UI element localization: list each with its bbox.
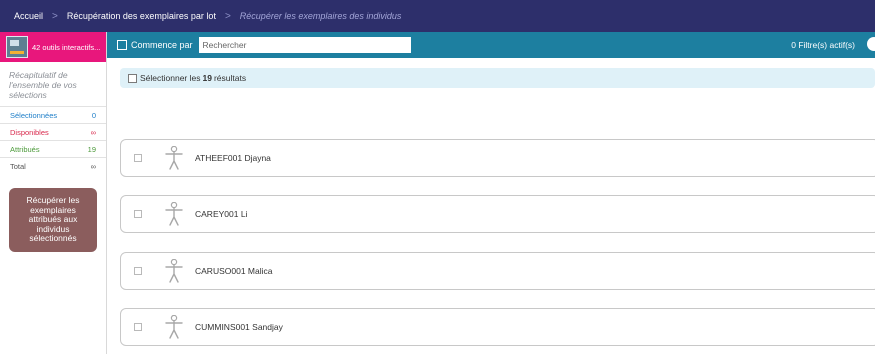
stat-value: 0 <box>91 110 96 120</box>
stat-assigned: Attribués 19 <box>0 141 106 158</box>
item-checkbox[interactable] <box>134 323 142 331</box>
breadcrumb-current: Récupérer les exemplaires des individus <box>239 11 402 21</box>
tools-banner[interactable]: 42 outils interactifs... <box>0 32 106 62</box>
person-icon <box>165 315 183 339</box>
item-name: ATHEEF001 Djayna <box>195 153 271 163</box>
recover-copies-button[interactable]: Récupérer les exemplaires attribués aux … <box>9 188 97 252</box>
breadcrumb-separator: > <box>224 10 231 22</box>
starts-with-label: Commence par <box>131 40 193 50</box>
stat-selected: Sélectionnées 0 <box>0 107 106 124</box>
recover-button-label: Récupérer les exemplaires attribués aux … <box>26 195 80 243</box>
person-icon <box>165 146 183 170</box>
search-input[interactable] <box>198 37 411 53</box>
stat-label: Total <box>10 162 26 171</box>
starts-with-checkbox[interactable] <box>117 40 127 50</box>
list-item[interactable]: ATHEEF001 Djayna <box>120 139 875 177</box>
stat-available: Disponibles ∞ <box>0 124 106 141</box>
person-icon <box>165 202 183 226</box>
breadcrumb-section[interactable]: Récupération des exemplaires par lot <box>67 11 216 21</box>
selection-summary: Récapitulatif de l'ensemble de vos sélec… <box>0 62 106 107</box>
list-item[interactable]: CAREY001 Li <box>120 195 875 233</box>
stat-label: Sélectionnées <box>10 110 58 120</box>
stat-value: 19 <box>87 144 96 154</box>
filter-bar: Commence par 0 Filtre(s) actif(s) <box>107 32 875 58</box>
tools-thumbnail-icon <box>6 36 28 58</box>
breadcrumb-home[interactable]: Accueil <box>14 11 43 21</box>
select-all-checkbox[interactable] <box>128 73 137 83</box>
filter-toggle-icon[interactable] <box>867 37 875 51</box>
item-checkbox[interactable] <box>134 154 142 162</box>
item-checkbox[interactable] <box>134 267 142 275</box>
breadcrumb-separator: > <box>52 10 58 22</box>
breadcrumb: Accueil > Récupération des exemplaires p… <box>0 0 875 32</box>
list-item[interactable]: CUMMINS001 Sandjay <box>120 308 875 346</box>
result-count: 19 <box>202 73 212 83</box>
select-all-suffix: résultats <box>213 73 247 83</box>
stat-value: ∞ <box>90 162 96 171</box>
item-checkbox[interactable] <box>134 210 142 218</box>
tools-label: 42 outils interactifs... <box>32 42 101 52</box>
stat-total: Total ∞ <box>0 158 106 175</box>
item-name: CUMMINS001 Sandjay <box>195 322 283 332</box>
sidebar: 42 outils interactifs... Récapitulatif d… <box>0 32 107 354</box>
stat-label: Attribués <box>10 144 40 154</box>
select-all-prefix: Sélectionner les <box>140 73 201 83</box>
active-filters-count[interactable]: 0 Filtre(s) actif(s) <box>791 40 875 50</box>
item-name: CARUSO001 Malica <box>195 266 273 276</box>
list-item[interactable]: CARUSO001 Malica <box>120 252 875 290</box>
select-all-bar: Sélectionner les 19 résultats <box>120 68 875 88</box>
stat-value: ∞ <box>90 127 96 137</box>
item-name: CAREY001 Li <box>195 209 248 219</box>
stat-label: Disponibles <box>10 127 49 137</box>
person-icon <box>165 259 183 283</box>
